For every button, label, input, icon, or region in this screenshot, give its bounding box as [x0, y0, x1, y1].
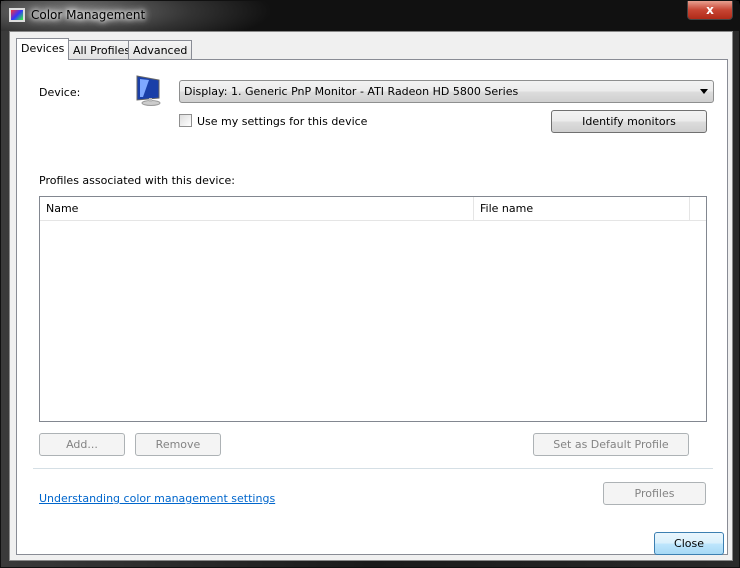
color-management-window: Color Management x Devices All Profiles …	[0, 0, 740, 568]
remove-button[interactable]: Remove	[135, 433, 221, 456]
device-dropdown[interactable]: Display: 1. Generic PnP Monitor - ATI Ra…	[179, 80, 714, 103]
profiles-button[interactable]: Profiles	[603, 482, 706, 505]
tab-devices[interactable]: Devices	[16, 38, 70, 60]
identify-monitors-button[interactable]: Identify monitors	[551, 110, 707, 133]
chevron-down-icon	[700, 89, 708, 94]
column-header-name[interactable]: Name	[40, 197, 474, 221]
add-button[interactable]: Add...	[39, 433, 125, 456]
tab-all-profiles[interactable]: All Profiles	[68, 40, 136, 59]
use-my-settings-label[interactable]: Use my settings for this device	[197, 115, 367, 128]
close-button[interactable]: Close	[654, 532, 724, 555]
divider	[33, 468, 713, 469]
list-header: Name File name	[40, 197, 706, 221]
devices-panel: Device: Display: 1. Generic PnP Monitor …	[16, 59, 728, 555]
device-dropdown-value: Display: 1. Generic PnP Monitor - ATI Ra…	[184, 85, 519, 98]
set-default-profile-button[interactable]: Set as Default Profile	[533, 433, 689, 456]
profiles-list[interactable]: Name File name	[39, 196, 707, 422]
tab-advanced[interactable]: Advanced	[128, 40, 193, 59]
column-header-file-name[interactable]: File name	[474, 197, 690, 221]
title-bar[interactable]: Color Management x	[1, 1, 739, 31]
window-close-button[interactable]: x	[687, 1, 733, 20]
window-title: Color Management	[31, 8, 146, 22]
monitor-icon	[136, 75, 161, 106]
color-management-icon	[9, 8, 25, 22]
profiles-associated-label: Profiles associated with this device:	[39, 174, 236, 187]
use-my-settings-checkbox[interactable]	[179, 114, 192, 127]
dialog-client: Devices All Profiles Advanced Device: Di…	[9, 31, 733, 561]
device-label: Device:	[39, 86, 81, 99]
understanding-color-management-link[interactable]: Understanding color management settings	[39, 492, 275, 505]
